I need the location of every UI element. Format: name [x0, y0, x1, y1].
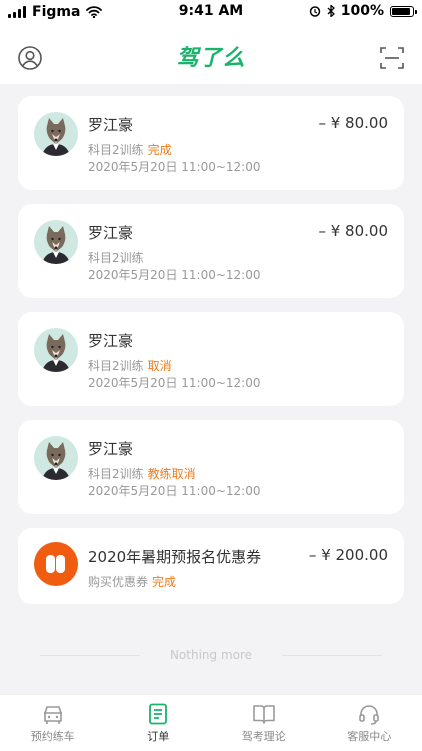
tab-bar: 预约练车 订单 驾考理论 客服中心: [0, 694, 422, 751]
divider-left: [40, 655, 140, 656]
order-course: 科目2训练: [88, 143, 144, 157]
alarm-icon: [309, 5, 321, 17]
order-date: 2020年5月20日 11:00~12:00: [88, 158, 260, 175]
order-card[interactable]: 罗江豪 – ¥ 80.00 科目2训练 2020年5月20日 11:00~12:…: [18, 204, 404, 298]
avatar: [34, 328, 78, 372]
coupon-desc-line: 购买优惠券完成: [88, 573, 176, 590]
order-course-line: 科目2训练取消: [88, 357, 172, 374]
order-course: 科目2训练: [88, 359, 144, 373]
list-end-indicator: Nothing more: [0, 648, 422, 662]
battery-label: 100%: [341, 3, 384, 19]
order-date: 2020年5月20日 11:00~12:00: [88, 482, 260, 499]
order-date: 2020年5月20日 11:00~12:00: [88, 374, 260, 391]
app-brand-title: 驾了么: [0, 40, 422, 72]
nothing-more-text: Nothing more: [170, 648, 252, 662]
order-icon: [147, 703, 169, 725]
tab-support[interactable]: 客服中心: [317, 695, 422, 751]
order-course-line: 科目2训练完成: [88, 141, 172, 158]
order-status: 完成: [148, 143, 172, 157]
order-course: 科目2训练: [88, 467, 144, 481]
order-list: 罗江豪 – ¥ 80.00 科目2训练完成 2020年5月20日 11:00~1…: [18, 96, 404, 618]
tab-orders[interactable]: 订单: [106, 695, 212, 751]
tab-label: 订单: [147, 730, 169, 743]
coupon-title: 2020年暑期预报名优惠券: [88, 546, 261, 567]
tab-label: 预约练车: [31, 730, 75, 743]
coupon-desc: 购买优惠券: [88, 575, 148, 589]
tab-label: 驾考理论: [242, 730, 286, 743]
coupon-icon: [34, 542, 78, 586]
order-course-line: 科目2训练: [88, 249, 148, 266]
bluetooth-icon: [327, 5, 335, 17]
order-course: 科目2训练: [88, 251, 144, 265]
order-status: 取消: [148, 359, 172, 373]
tab-label: 客服中心: [347, 730, 391, 743]
coupon-status: 完成: [152, 575, 176, 589]
order-amount: – ¥ 80.00: [318, 114, 388, 132]
battery-icon: [390, 6, 414, 17]
order-card[interactable]: 罗江豪 科目2训练教练取消 2020年5月20日 11:00~12:00: [18, 420, 404, 514]
divider-right: [282, 655, 382, 656]
order-card[interactable]: 罗江豪 科目2训练取消 2020年5月20日 11:00~12:00: [18, 312, 404, 406]
order-status: 教练取消: [148, 467, 196, 481]
coach-name: 罗江豪: [88, 222, 133, 243]
coupon-amount: – ¥ 200.00: [309, 546, 388, 564]
tab-theory[interactable]: 驾考理论: [211, 695, 317, 751]
coupon-card[interactable]: 2020年暑期预报名优惠券 – ¥ 200.00 购买优惠券完成: [18, 528, 404, 604]
status-bar: Figma 9:41 AM 100%: [0, 0, 422, 24]
coach-name: 罗江豪: [88, 114, 133, 135]
avatar: [34, 112, 78, 156]
order-card[interactable]: 罗江豪 – ¥ 80.00 科目2训练完成 2020年5月20日 11:00~1…: [18, 96, 404, 190]
order-course-line: 科目2训练教练取消: [88, 465, 196, 482]
coach-name: 罗江豪: [88, 438, 133, 459]
avatar: [34, 436, 78, 480]
book-icon: [252, 703, 276, 725]
scan-icon[interactable]: [380, 46, 404, 70]
header-bar: 驾了么: [0, 24, 422, 84]
order-amount: – ¥ 80.00: [318, 222, 388, 240]
headset-icon: [358, 703, 380, 725]
tab-booking[interactable]: 预约练车: [0, 695, 106, 751]
coach-name: 罗江豪: [88, 330, 133, 351]
status-right-group: 100%: [309, 3, 414, 19]
car-icon: [41, 703, 65, 725]
order-date: 2020年5月20日 11:00~12:00: [88, 266, 260, 283]
avatar: [34, 220, 78, 264]
